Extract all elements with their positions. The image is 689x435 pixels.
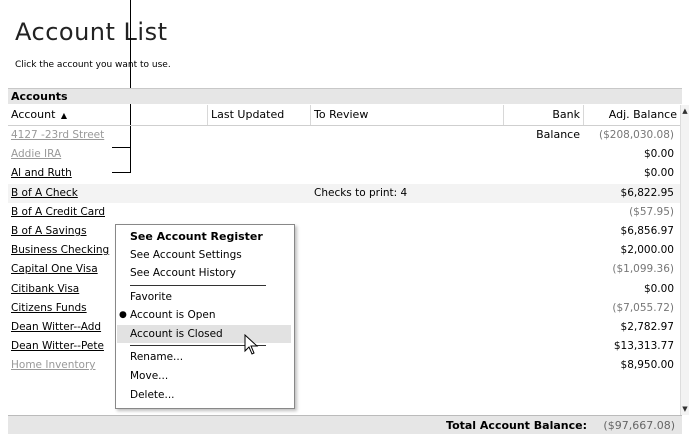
adj-balance-cell: ($7,055.72) bbox=[612, 301, 674, 314]
scroll-down-arrow-icon[interactable]: ▼ bbox=[681, 403, 689, 415]
account-link[interactable]: Dean Witter--Pete bbox=[11, 337, 104, 356]
account-rows: 4127 -23rd Street ($208,030.08) Addie IRA… bbox=[8, 126, 682, 375]
menu-item-move[interactable]: Move... bbox=[130, 367, 168, 385]
column-header-to-review[interactable]: To Review bbox=[311, 105, 504, 125]
adj-balance-cell: $0.00 bbox=[643, 148, 674, 161]
table-row[interactable]: B of A Savings $6,856.97 bbox=[8, 222, 682, 241]
total-balance-label: Total Account Balance: bbox=[446, 419, 587, 432]
column-header-last-updated-label: Last Updated bbox=[211, 108, 285, 121]
page-subtitle: Click the account you want to use. bbox=[15, 60, 171, 70]
table-row[interactable]: Al and Ruth $0.00 bbox=[8, 164, 682, 183]
table-row[interactable]: Capital One Visa ($1,099.36) bbox=[8, 260, 682, 279]
adj-balance-cell: $2,000.00 bbox=[620, 244, 674, 257]
account-link[interactable]: Al and Ruth bbox=[11, 164, 72, 183]
scroll-up-arrow-icon[interactable]: ▲ bbox=[681, 105, 689, 117]
column-header-adj-balance-label: Adj. Balance bbox=[608, 108, 677, 121]
table-row[interactable]: 4127 -23rd Street ($208,030.08) bbox=[8, 126, 682, 145]
column-header-to-review-label: To Review bbox=[314, 108, 369, 121]
radio-bullet-icon: ● bbox=[119, 310, 127, 320]
adj-balance-cell: $8,950.00 bbox=[620, 359, 674, 372]
account-link[interactable]: Addie IRA bbox=[11, 145, 61, 164]
menu-item-account-closed[interactable]: Account is Closed bbox=[117, 325, 291, 343]
adj-balance-cell: ($1,099.36) bbox=[612, 263, 674, 276]
total-balance-bar: Total Account Balance: ($97,667.08) bbox=[8, 415, 682, 434]
adj-balance-cell: ($57.95) bbox=[629, 205, 674, 218]
account-link[interactable]: Citibank Visa bbox=[11, 280, 79, 299]
table-row[interactable]: Dean Witter--Pete $13,313.77 bbox=[8, 337, 682, 356]
column-header-account[interactable]: Account ▲ bbox=[8, 105, 208, 125]
adj-balance-cell: $13,313.77 bbox=[613, 340, 674, 353]
account-context-menu: See Account Register See Account Setting… bbox=[115, 224, 295, 409]
account-link[interactable]: 4127 -23rd Street bbox=[11, 126, 104, 145]
page-title: Account List bbox=[15, 18, 168, 46]
menu-item-account-open[interactable]: Account is Open bbox=[130, 306, 216, 324]
account-link[interactable]: B of A Check bbox=[11, 184, 78, 203]
adj-balance-cell: $2,782.97 bbox=[620, 320, 674, 333]
adj-balance-cell: ($208,030.08) bbox=[599, 129, 674, 141]
account-link[interactable]: Dean Witter--Add bbox=[11, 318, 101, 337]
column-header-account-label: Account bbox=[11, 108, 56, 121]
table-row[interactable]: Citibank Visa $0.00 bbox=[8, 280, 682, 299]
account-link[interactable]: Capital One Visa bbox=[11, 260, 98, 279]
menu-separator bbox=[130, 285, 266, 286]
column-header-adj-balance[interactable]: Adj. Balance bbox=[584, 105, 680, 125]
menu-item-rename[interactable]: Rename... bbox=[130, 348, 183, 366]
column-header-row: Account ▲ Last Updated To Review Bank Ba… bbox=[8, 105, 682, 141]
table-row[interactable]: B of A Credit Card ($57.95) bbox=[8, 203, 682, 222]
table-row[interactable]: Addie IRA $0.00 bbox=[8, 145, 682, 164]
adj-balance-cell: $6,822.95 bbox=[620, 186, 674, 199]
menu-item-see-settings[interactable]: See Account Settings bbox=[130, 246, 242, 264]
table-row[interactable]: Citizens Funds ($7,055.72) bbox=[8, 299, 682, 318]
menu-item-see-register[interactable]: See Account Register bbox=[130, 228, 263, 246]
column-header-bank-balance[interactable]: Bank Balance bbox=[504, 105, 584, 141]
adj-balance-cell: $6,856.97 bbox=[620, 224, 674, 237]
mouse-pointer-icon bbox=[244, 334, 259, 355]
account-link[interactable]: Business Checking bbox=[11, 241, 109, 260]
table-row[interactable]: Business Checking $2,000.00 bbox=[8, 241, 682, 260]
menu-item-delete[interactable]: Delete... bbox=[130, 386, 175, 404]
table-row[interactable]: B of A Check Checks to print: 4 $6,822.95 bbox=[8, 183, 682, 203]
menu-item-see-history[interactable]: See Account History bbox=[130, 264, 236, 282]
sort-ascending-icon: ▲ bbox=[60, 111, 68, 120]
adj-balance-cell: $0.00 bbox=[643, 282, 674, 295]
menu-item-favorite[interactable]: Favorite bbox=[130, 288, 172, 306]
account-link[interactable]: B of A Credit Card bbox=[11, 203, 105, 222]
total-balance-value: ($97,667.08) bbox=[603, 419, 675, 432]
account-link[interactable]: B of A Savings bbox=[11, 222, 87, 241]
accounts-section-header: Accounts bbox=[8, 88, 682, 104]
to-review-cell: Checks to print: 4 bbox=[314, 186, 408, 199]
table-row[interactable]: Home Inventory $8,950.00 bbox=[8, 356, 682, 375]
account-link[interactable]: Citizens Funds bbox=[11, 299, 87, 318]
table-row[interactable]: Dean Witter--Add $2,782.97 bbox=[8, 318, 682, 337]
column-header-last-updated[interactable]: Last Updated bbox=[208, 105, 311, 125]
scrollbar[interactable]: ▲ ▼ bbox=[680, 105, 689, 415]
adj-balance-cell: $0.00 bbox=[643, 167, 674, 180]
account-link[interactable]: Home Inventory bbox=[11, 356, 96, 375]
